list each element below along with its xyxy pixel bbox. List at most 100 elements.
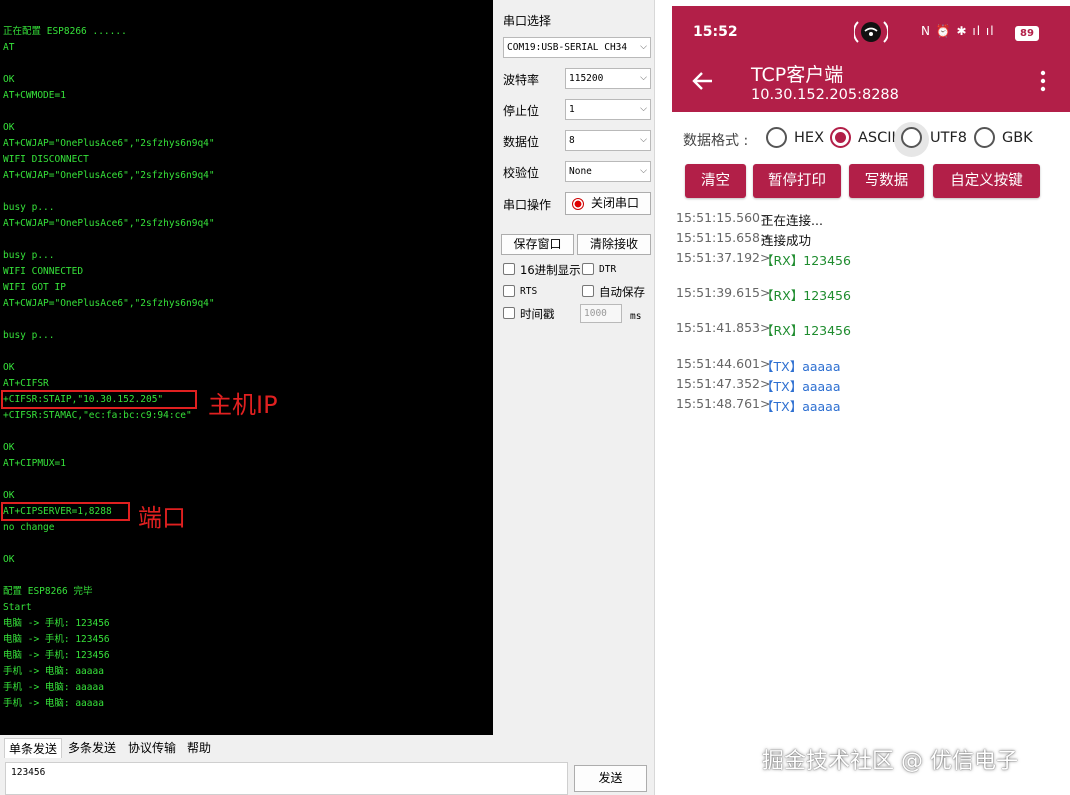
terminal-line: no change [3, 522, 55, 533]
radio-ascii-label: ASCII [858, 130, 896, 146]
rts-checkbox[interactable] [503, 285, 515, 297]
terminal-line: 正在配置 ESP8266 ...... [3, 26, 127, 37]
custom-keys-button[interactable]: 自定义按键 [933, 164, 1040, 198]
status-icons: N ⏰ ✱ ıl ıl [921, 24, 995, 38]
log-timestamp: 15:51:39.615> [676, 285, 771, 300]
terminal-line: AT+CIFSR [3, 378, 49, 389]
terminal-line: 配置 ESP8266 完毕 [3, 586, 93, 597]
dtr-label: DTR [599, 264, 617, 275]
terminal-line: OK [3, 554, 15, 565]
parity-value: None [569, 166, 592, 177]
more-vertical-icon[interactable] [1038, 70, 1048, 92]
tab-multi-send[interactable]: 多条发送 [64, 738, 120, 758]
tab-single-send[interactable]: 单条发送 [4, 738, 62, 758]
terminal-line: 电脑 -> 手机: 123456 [3, 618, 110, 629]
stop-bits-value: 1 [569, 104, 575, 115]
interval-value: 1000 [584, 308, 607, 319]
chevron-down-icon: ⌵ [640, 73, 647, 83]
stop-bits-select[interactable]: 1 ⌵ [565, 99, 651, 120]
terminal-line: 手机 -> 电脑: aaaaa [3, 682, 104, 693]
tab-help[interactable]: 帮助 [183, 738, 215, 758]
log-message: 正在连接... [761, 213, 823, 228]
log-message: 【TX】aaaaa [761, 379, 841, 394]
dtr-checkbox[interactable] [582, 263, 594, 275]
terminal-line: AT+CWJAP="OnePlusAce6","2sfzhys6n9q4" [3, 138, 215, 149]
interval-input[interactable]: 1000 [580, 304, 622, 323]
app-title: TCP客户端 [751, 64, 844, 86]
parity-label: 校验位 [503, 166, 540, 180]
auto-save-label: 自动保存 [599, 285, 645, 299]
close-port-button[interactable]: 关闭串口 [565, 192, 651, 215]
terminal-line: busy p... [3, 330, 55, 341]
write-data-button[interactable]: 写数据 [849, 164, 924, 198]
radio-hex-label: HEX [794, 130, 824, 146]
log-timestamp: 15:51:47.352> [676, 376, 771, 391]
interval-unit: ms [630, 311, 642, 322]
log-timestamp: 15:51:48.761> [676, 396, 771, 411]
radio-utf8-label: UTF8 [930, 130, 968, 146]
port-annotation: 端口 [138, 504, 186, 532]
port-op-label: 串口操作 [503, 198, 552, 212]
baud-label: 波特率 [503, 73, 540, 87]
chevron-down-icon: ⌵ [640, 42, 647, 52]
log-timestamp: 15:51:44.601> [676, 356, 771, 371]
serial-assistant-window: 正在配置 ESP8266 ...... AT OK AT+CWMODE=1 OK AT+C… [0, 0, 655, 795]
stop-bits-label: 停止位 [503, 104, 540, 118]
terminal-line: +CIFSR:STAIP,"10.30.152.205" [3, 394, 164, 405]
radio-gbk[interactable] [974, 127, 995, 148]
data-bits-select[interactable]: 8 ⌵ [565, 130, 651, 151]
hex-display-checkbox[interactable] [503, 263, 515, 275]
phone-screen: 15:52 N ⏰ ✱ ıl ıl 89 TCP客户端 10.30.152.20… [672, 0, 1070, 795]
radio-ascii[interactable] [830, 127, 851, 148]
terminal-line: AT [3, 42, 15, 53]
terminal-line: AT+CIPMUX=1 [3, 458, 66, 469]
close-port-label: 关闭串口 [590, 196, 639, 210]
port-select-label: 串口选择 [503, 14, 552, 28]
timestamp-checkbox[interactable] [503, 307, 515, 319]
log-timestamp: 15:51:37.192> [676, 250, 771, 265]
radio-hex[interactable] [766, 127, 787, 148]
log-message: 连接成功 [761, 233, 812, 248]
radio-utf8[interactable] [901, 127, 922, 148]
terminal-line: WIFI DISCONNECT [3, 154, 89, 165]
terminal-line: Start [3, 602, 32, 613]
settings-panel: 串口选择 COM19:USB-SERIAL CH34 ⌵ 波特率 115200 … [493, 0, 655, 735]
terminal-line: busy p... [3, 250, 55, 261]
terminal-line: +CIFSR:STAMAC,"ec:fa:bc:c9:94:ce" [3, 410, 192, 421]
terminal-line: OK [3, 74, 15, 85]
pause-print-button[interactable]: 暂停打印 [753, 164, 841, 198]
rts-label: RTS [520, 286, 538, 297]
send-tabs: 单条发送 多条发送 协议传输 帮助 [0, 735, 655, 759]
port-select-value: COM19:USB-SERIAL CH34 [507, 42, 628, 53]
radio-gbk-label: GBK [1002, 130, 1033, 146]
auto-save-checkbox[interactable] [582, 285, 594, 297]
log-message: 【TX】aaaaa [761, 359, 841, 374]
receive-terminal[interactable]: 正在配置 ESP8266 ...... AT OK AT+CWMODE=1 OK AT+C… [0, 0, 493, 735]
status-time: 15:52 [693, 24, 738, 40]
parity-select[interactable]: None ⌵ [565, 161, 651, 182]
app-header: 15:52 N ⏰ ✱ ıl ıl 89 TCP客户端 10.30.152.20… [672, 6, 1070, 112]
terminal-line: OK [3, 362, 15, 373]
terminal-line: OK [3, 442, 15, 453]
battery-icon: 89 [1015, 26, 1039, 41]
send-input[interactable]: 123456 [5, 762, 568, 795]
terminal-line: WIFI GOT IP [3, 282, 66, 293]
chevron-down-icon: ⌵ [640, 135, 647, 145]
terminal-line: 手机 -> 电脑: aaaaa [3, 698, 104, 709]
back-arrow-icon[interactable] [692, 70, 714, 92]
terminal-line: OK [3, 490, 15, 501]
clear-receive-button[interactable]: 清除接收 [577, 234, 651, 255]
send-button[interactable]: 发送 [574, 765, 647, 792]
data-format-label: 数据格式 : [683, 133, 749, 149]
terminal-line: 电脑 -> 手机: 123456 [3, 634, 110, 645]
clear-button[interactable]: 清空 [685, 164, 746, 198]
save-window-button[interactable]: 保存窗口 [501, 234, 574, 255]
port-select[interactable]: COM19:USB-SERIAL CH34 ⌵ [503, 37, 651, 58]
terminal-line: busy p... [3, 202, 55, 213]
log-message: 【RX】123456 [761, 288, 851, 303]
tab-protocol[interactable]: 协议传输 [124, 738, 180, 758]
baud-select[interactable]: 115200 ⌵ [565, 68, 651, 89]
terminal-line: AT+CIPSERVER=1,8288 [3, 506, 112, 517]
log-message: 【RX】123456 [761, 323, 851, 338]
host-ip-annotation: 主机IP [208, 391, 278, 419]
